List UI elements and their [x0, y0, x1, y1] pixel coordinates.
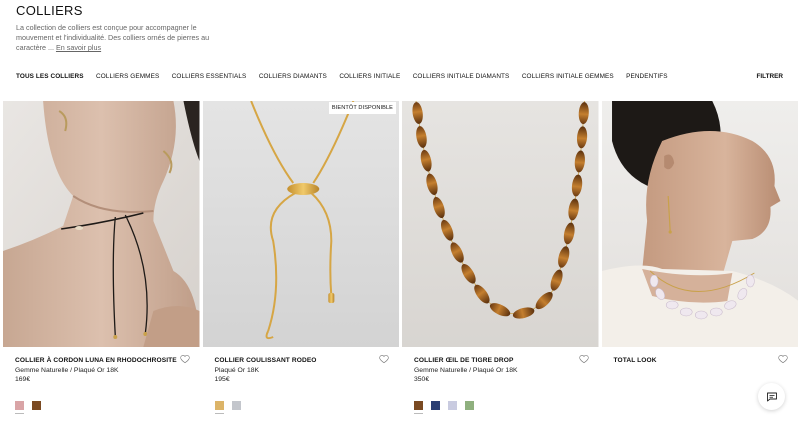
- color-swatch-lavender[interactable]: [448, 401, 457, 410]
- model-black-cord-necklace-photo: [3, 101, 200, 347]
- color-swatch-rose[interactable]: [15, 401, 24, 414]
- product-card[interactable]: COLLIER ŒIL DE TIGRE DROP Gemme Naturell…: [402, 101, 599, 423]
- product-image[interactable]: [601, 101, 798, 347]
- product-material: Gemme Naturelle / Plaqué Or 18K: [15, 367, 119, 374]
- product-grid: COLLIER À CORDON LUNA EN RHODOCHROSITE G…: [3, 101, 799, 423]
- heart-icon[interactable]: [179, 354, 190, 364]
- nav-item-colliers-essentials[interactable]: COLLIERS ESSENTIALS: [172, 73, 247, 80]
- category-nav: TOUS LES COLLIERS COLLIERS GEMMES COLLIE…: [16, 73, 680, 80]
- tiger-eye-bead-necklace-photo: [402, 101, 599, 347]
- heart-icon[interactable]: [778, 354, 788, 364]
- product-card[interactable]: TOTAL LOOK: [601, 101, 799, 423]
- intro-text: La collection de colliers est conçue pou…: [16, 23, 210, 52]
- product-price: 169€: [15, 376, 31, 383]
- product-info: COLLIER COULISSANT RODEO Plaqué Or 18K 1…: [203, 347, 400, 423]
- product-info: COLLIER À CORDON LUNA EN RHODOCHROSITE G…: [3, 347, 200, 423]
- product-material: Gemme Naturelle / Plaqué Or 18K: [414, 367, 518, 374]
- nav-item-colliers-initiale-gemmes[interactable]: COLLIERS INITIALE GEMMES: [522, 73, 614, 80]
- color-swatch-silver[interactable]: [231, 401, 241, 410]
- heart-icon[interactable]: [578, 354, 589, 364]
- product-card[interactable]: COLLIER À CORDON LUNA EN RHODOCHROSITE G…: [3, 101, 200, 423]
- heart-icon[interactable]: [379, 354, 389, 364]
- color-swatch-brown[interactable]: [32, 401, 41, 410]
- product-name[interactable]: COLLIER ŒIL DE TIGRE DROP: [414, 357, 599, 364]
- product-price: 350€: [414, 376, 430, 383]
- filter-button[interactable]: FILTRER: [756, 73, 783, 80]
- gold-snake-chain-necklace-photo: [202, 101, 399, 347]
- nav-item-pendentifs[interactable]: PENDENTIFS: [626, 73, 667, 80]
- product-price: 195€: [214, 376, 230, 383]
- color-swatch-navy[interactable]: [431, 401, 440, 410]
- product-info: COLLIER ŒIL DE TIGRE DROP Gemme Naturell…: [402, 347, 599, 423]
- product-name[interactable]: COLLIER À CORDON LUNA EN RHODOCHROSITE: [15, 357, 200, 364]
- nav-item-colliers-initiale-diamants[interactable]: COLLIERS INITIALE DIAMANTS: [413, 73, 510, 80]
- nav-item-tous-les-colliers[interactable]: TOUS LES COLLIERS: [16, 73, 84, 80]
- product-image[interactable]: [402, 101, 599, 347]
- color-swatches: [15, 401, 41, 414]
- page-title: COLLIERS: [16, 3, 83, 18]
- product-name[interactable]: TOTAL LOOK: [614, 357, 799, 364]
- nav-item-colliers-initiale[interactable]: COLLIERS INITIALE: [339, 73, 400, 80]
- collection-intro: La collection de colliers est conçue pou…: [16, 23, 231, 53]
- color-swatch-gold[interactable]: [214, 401, 224, 414]
- color-swatches: [414, 401, 474, 414]
- color-swatch-brown[interactable]: [414, 401, 423, 414]
- nav-item-colliers-gemmes[interactable]: COLLIERS GEMMES: [96, 73, 159, 80]
- product-image[interactable]: BIENTÔT DISPONIBLE: [202, 101, 399, 347]
- more-link[interactable]: En savoir plus: [56, 43, 101, 52]
- color-swatch-green[interactable]: [465, 401, 474, 410]
- chat-icon: [766, 392, 777, 401]
- chat-button[interactable]: [758, 383, 785, 410]
- model-profile-pearl-necklace-photo: [601, 101, 798, 347]
- availability-badge: BIENTÔT DISPONIBLE: [328, 102, 396, 114]
- color-swatches: [214, 401, 241, 414]
- product-material: Plaqué Or 18K: [214, 367, 260, 374]
- product-image[interactable]: [3, 101, 200, 347]
- nav-item-colliers-diamants[interactable]: COLLIERS DIAMANTS: [259, 73, 327, 80]
- product-name[interactable]: COLLIER COULISSANT RODEO: [215, 357, 400, 364]
- product-card[interactable]: BIENTÔT DISPONIBLE COLLIER COULISSANT RO…: [202, 101, 400, 423]
